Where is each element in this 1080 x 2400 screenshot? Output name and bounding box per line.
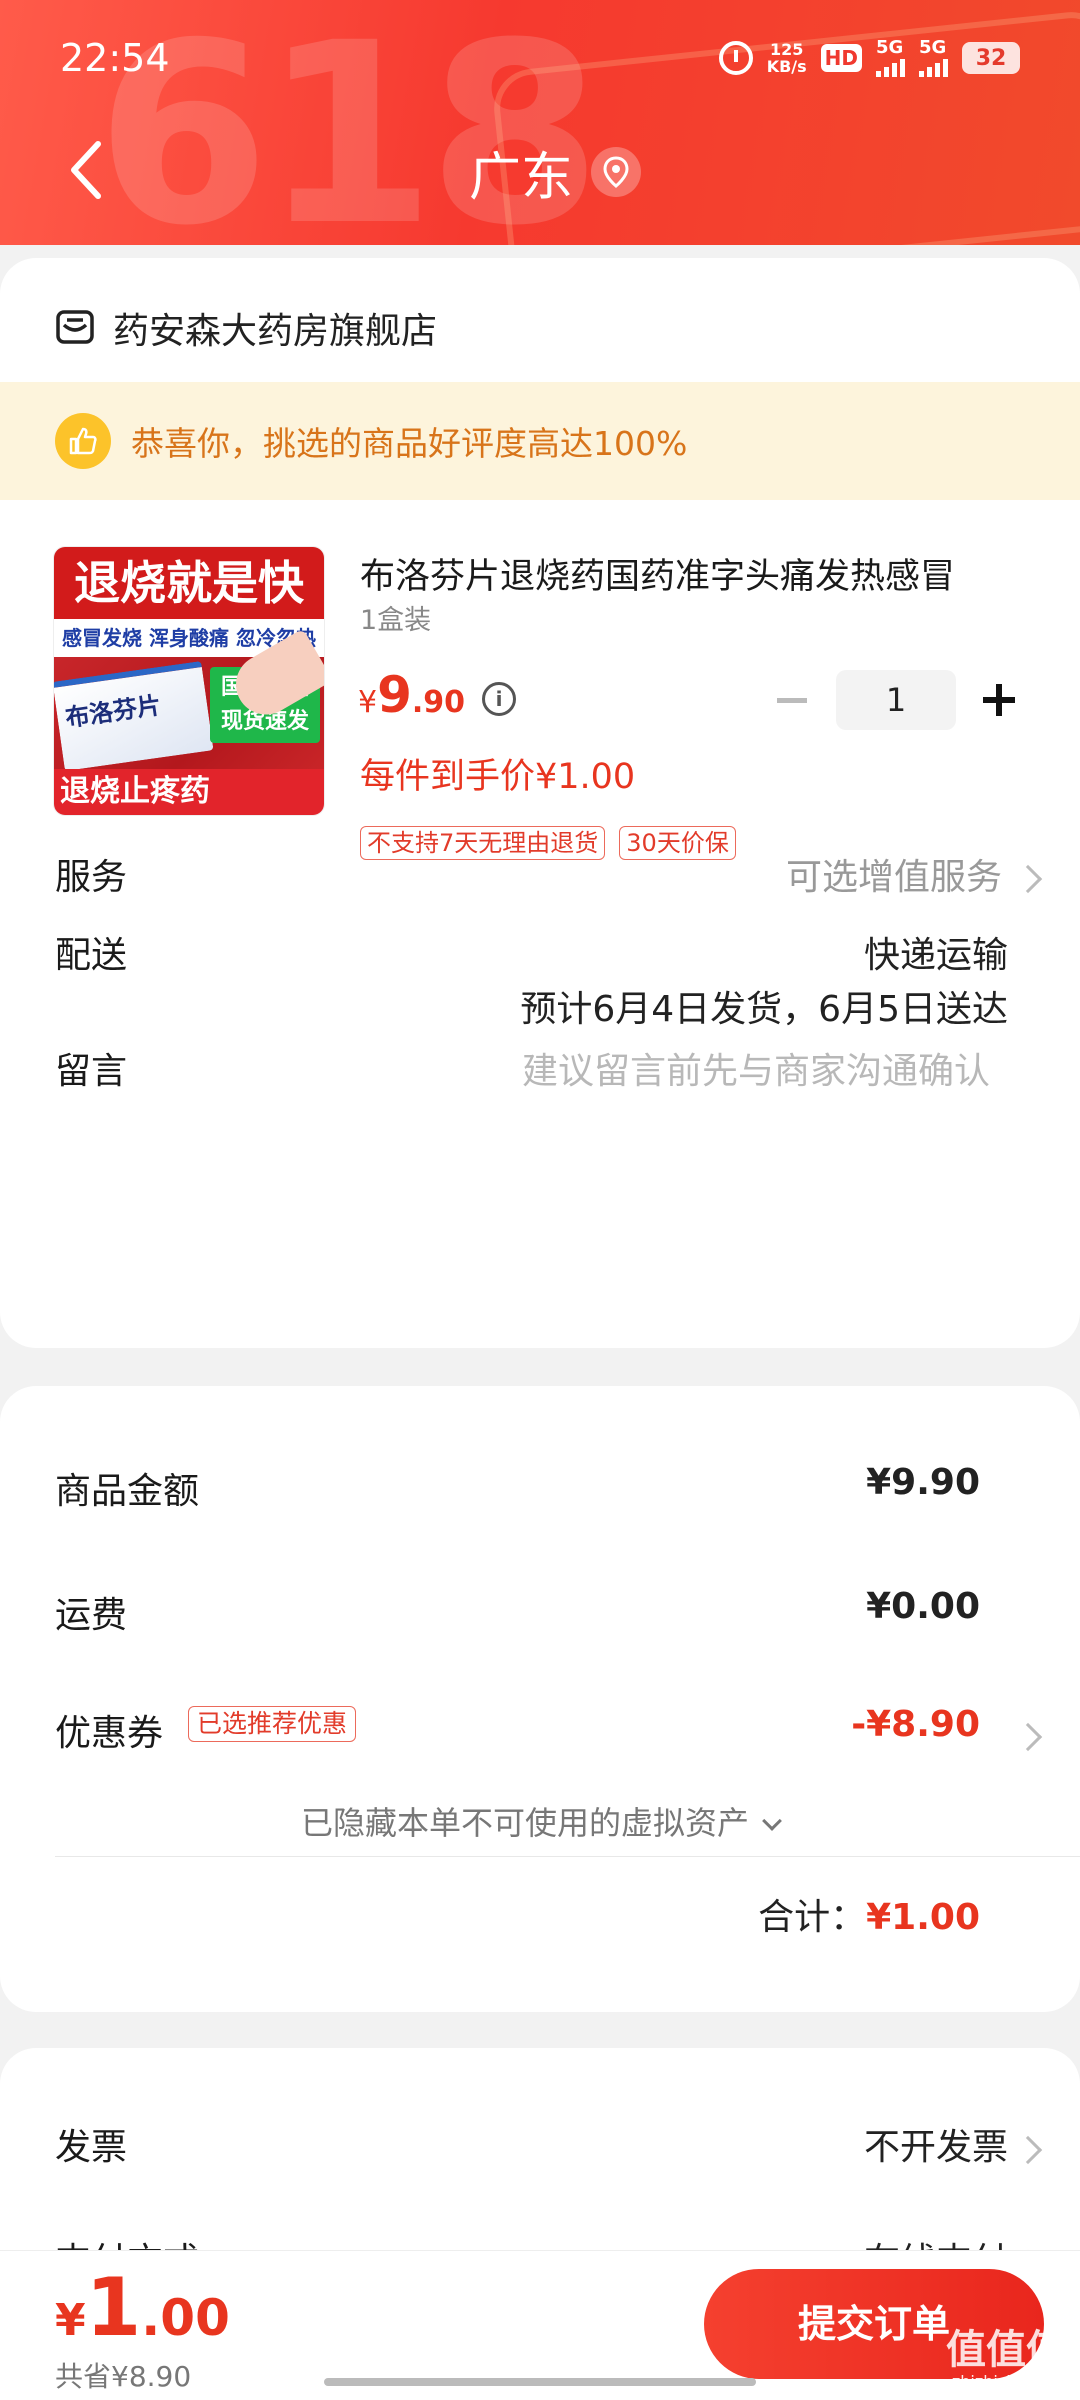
product-image-headline: 退烧就是快: [54, 547, 324, 619]
product-tags: 不支持7天无理由退货 30天价保: [360, 826, 736, 860]
no-return-tag: 不支持7天无理由退货: [360, 826, 606, 860]
recommended-coupon-tag: 已选推荐优惠: [188, 1706, 357, 1742]
minus-icon: [777, 697, 807, 703]
total-row: 合计：¥1.00: [758, 1888, 980, 1940]
home-indicator[interactable]: [324, 2378, 756, 2386]
message-label: 留言: [55, 1051, 128, 1092]
location-selector[interactable]: 广东: [0, 132, 1080, 212]
signal-icon-sim1: 5G: [876, 39, 905, 77]
delivery-estimate: 预计6月4日发货，6月5日送达: [520, 989, 1008, 1030]
invoice-label: 发票: [55, 2127, 128, 2168]
watermark-domain: zhizhizhi.com: [951, 2372, 1061, 2391]
sim1-label: 5G: [876, 37, 904, 58]
service-label: 服务: [55, 857, 128, 898]
decrease-button[interactable]: [772, 680, 812, 720]
status-time: 22:54: [60, 36, 170, 80]
product-image[interactable]: 退烧就是快 感冒发烧 浑身酸痛 忽冷忽热 布洛芬片 国药正品 现货速发 退烧止疼…: [53, 546, 325, 816]
location-title: 广东: [468, 147, 573, 208]
product-image-footer: 退烧止疼药: [54, 769, 324, 815]
sim2-label: 5G: [919, 37, 947, 58]
quantity-stepper: 1: [772, 670, 1020, 730]
chevron-down-icon: [762, 1811, 782, 1831]
checkout-total-price: ¥ 1 .00: [55, 2261, 230, 2354]
net-speed-unit: KB/s: [766, 57, 807, 76]
net-speed-value: 125: [769, 40, 804, 59]
product-title[interactable]: 布洛芬片退烧药国药准字头痛发热感冒: [360, 548, 1030, 599]
store-row[interactable]: 药安森大药房旗舰店: [55, 298, 437, 358]
chevron-right-icon: [1013, 2135, 1043, 2165]
hd-icon: HD: [820, 44, 862, 72]
saved-amount: 共省¥8.90: [55, 2360, 192, 2393]
coupon-label: 优惠券: [55, 1713, 164, 1754]
increase-button[interactable]: [980, 680, 1020, 720]
divider: [55, 1856, 1080, 1857]
checkout-bar: ¥ 1 .00 共省¥8.90 提交订单 值值值 zhizhizhi.com: [0, 2250, 1080, 2400]
status-icons: 125 KB/s HD 5G 5G 32: [718, 36, 1020, 80]
service-value: 可选增值服务: [785, 857, 1002, 898]
product-spec[interactable]: 1盒装: [360, 598, 431, 637]
thumbs-up-icon: [55, 413, 111, 469]
watermark-logo: 值值值 zhizhizhi.com: [946, 2330, 1066, 2390]
goods-amount-label: 商品金额: [55, 1471, 200, 1512]
order-item-card: 药安森大药房旗舰店 恭喜你，挑选的商品好评度高达100% 退烧就是快 感冒发烧 …: [0, 258, 1080, 1348]
goods-amount-value: ¥9.90: [866, 1462, 980, 1503]
medicine-box-label: 布洛芬片: [63, 691, 163, 733]
message-input[interactable]: 建议留言前先与商家沟通确认: [522, 1042, 990, 1094]
product-price: ¥ 9 .90: [358, 666, 466, 724]
watermark-text: 值值值: [946, 2327, 1066, 2373]
amount-summary-card: 商品金额 ¥9.90 运费 ¥0.00 优惠券 已选推荐优惠 -¥8.90 已隐…: [0, 1386, 1080, 2012]
shipping-value: ¥0.00: [866, 1586, 980, 1627]
net-speed: 125 KB/s: [767, 41, 807, 75]
total-value: ¥1.00: [866, 1897, 980, 1938]
price-info-icon[interactable]: i: [482, 682, 516, 716]
location-pin-icon: [591, 147, 641, 197]
quantity-value[interactable]: 1: [836, 670, 956, 730]
total-label: 合计：: [758, 1897, 867, 1938]
hidden-assets-text: 已隐藏本单不可使用的虚拟资产: [300, 1804, 749, 1842]
alarm-icon: [718, 41, 753, 75]
header: 618 22:54 125 KB/s HD 5G 5G 32 广东: [0, 0, 1080, 245]
chevron-right-icon: [1013, 1722, 1043, 1752]
final-unit-price: 每件到手价¥1.00: [360, 757, 636, 797]
praise-banner: 恭喜你，挑选的商品好评度高达100%: [0, 382, 1080, 500]
delivery-label: 配送: [55, 935, 128, 976]
signal-icon-sim2: 5G: [919, 39, 948, 77]
status-bar: 22:54 125 KB/s HD 5G 5G 32: [0, 0, 1080, 110]
battery-icon: 32: [962, 42, 1020, 74]
shipping-label: 运费: [55, 1595, 128, 1636]
chevron-right-icon: [1013, 864, 1043, 894]
invoice-value: 不开发票: [863, 2127, 1008, 2168]
store-name: 药安森大药房旗舰店: [113, 311, 438, 352]
price-protect-tag: 30天价保: [619, 826, 736, 860]
praise-text: 恭喜你，挑选的商品好评度高达100%: [131, 424, 688, 463]
hidden-assets-toggle[interactable]: 已隐藏本单不可使用的虚拟资产: [0, 1798, 1080, 1844]
coupon-value: -¥8.90: [851, 1704, 980, 1745]
store-icon: [56, 310, 94, 344]
medicine-box: 布洛芬片: [54, 660, 214, 772]
delivery-method: 快递运输: [863, 935, 1008, 976]
